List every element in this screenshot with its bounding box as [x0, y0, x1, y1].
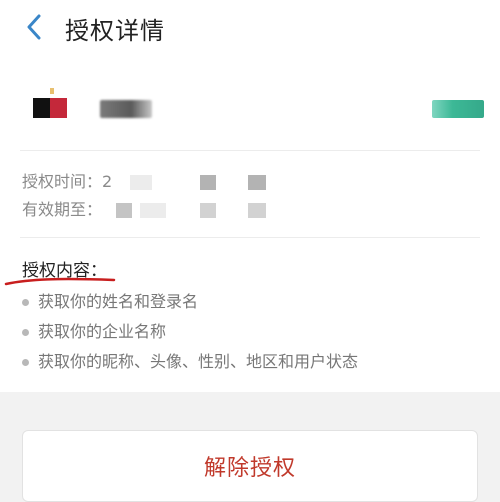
permission-text: 获取你的企业名称 [38, 322, 167, 341]
divider [20, 237, 480, 238]
auth-time-label: 授权时间： [22, 172, 103, 191]
permissions-list: 获取你的姓名和登录名 获取你的企业名称 获取你的昵称、头像、性别、地区和用户状态 [22, 287, 482, 377]
valid-until-label: 有效期至： [22, 200, 103, 219]
permission-text: 获取你的姓名和登录名 [38, 292, 199, 311]
bullet-icon [22, 358, 29, 366]
status-badge [432, 100, 484, 118]
auth-time-row: 授权时间：2 [22, 168, 482, 196]
bullet-icon [22, 298, 29, 306]
app-name-redacted [100, 100, 152, 118]
back-button[interactable] [20, 12, 48, 42]
redacted-text [248, 175, 266, 190]
bullet-icon [22, 328, 29, 336]
permission-text: 获取你的昵称、头像、性别、地区和用户状态 [38, 352, 359, 371]
redacted-text [140, 203, 166, 218]
app-logo-icon [33, 88, 67, 118]
revoke-authorization-button[interactable]: 解除授权 [22, 430, 478, 502]
redacted-text [200, 175, 216, 190]
redacted-text [200, 203, 216, 218]
valid-until-row: 有效期至： [22, 196, 482, 224]
auth-info: 授权时间：2 有效期至： [22, 168, 482, 224]
list-item: 获取你的姓名和登录名 [22, 287, 482, 317]
redacted-text [130, 175, 152, 190]
page-title: 授权详情 [65, 17, 165, 45]
chevron-left-icon [27, 14, 41, 40]
list-item: 获取你的企业名称 [22, 317, 482, 347]
divider [20, 150, 480, 151]
list-item: 获取你的昵称、头像、性别、地区和用户状态 [22, 347, 482, 377]
redacted-text [248, 203, 266, 218]
redacted-text [116, 203, 132, 218]
app-info-row [0, 80, 500, 150]
auth-time-value: 2 [102, 172, 113, 191]
header-bar: 授权详情 [0, 0, 500, 56]
